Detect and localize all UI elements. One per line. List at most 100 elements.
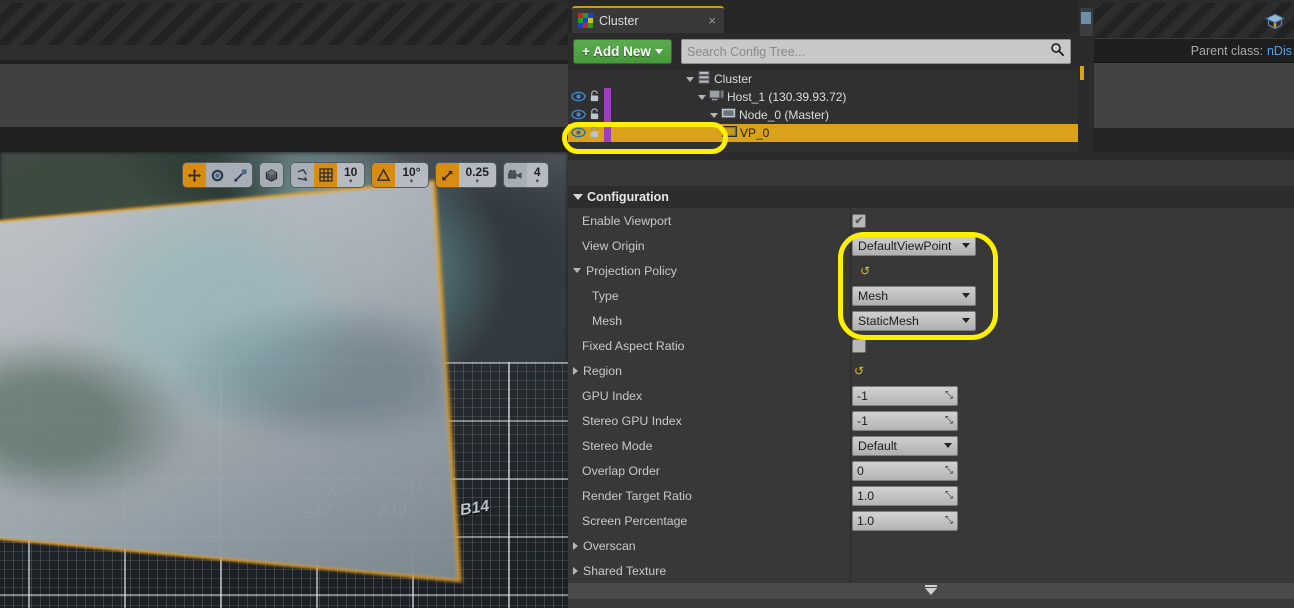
property-label-wrap: Overlap Order: [582, 464, 660, 478]
search-input[interactable]: [687, 44, 1050, 59]
dropdown-mesh[interactable]: StaticMesh: [852, 310, 976, 331]
chevron-down-icon[interactable]: [573, 268, 581, 273]
viewport-icon: [722, 125, 737, 140]
move-gizmo-icon[interactable]: [183, 163, 206, 187]
property-row: Enable Viewport ✔: [568, 208, 1294, 233]
tree-item-viewport-content: VP_0: [722, 125, 769, 140]
scale-gizmo-icon[interactable]: [229, 163, 252, 187]
tree-item-node-label: Node_0 (Master): [739, 108, 830, 122]
number-input-screen-percentage[interactable]: 1.0 ⤡: [852, 510, 958, 531]
level-viewport[interactable]: A13 A14 B12 B13 B14 C8 C9 C10 C11 C12 C1…: [0, 152, 568, 608]
dropdown-value: Default: [858, 438, 897, 453]
number-input-stereo-gpu-index[interactable]: -1 ⤡: [852, 410, 958, 431]
tree-item-viewport[interactable]: VP_0: [568, 124, 1078, 142]
number-input-gpu-index[interactable]: -1 ⤡: [852, 385, 958, 406]
property-value-wrap: 1.0 ⤡: [852, 510, 958, 531]
chevron-right-icon[interactable]: [573, 366, 578, 375]
scale-snap-icon[interactable]: [435, 163, 459, 187]
spinner-icon[interactable]: ⤡: [945, 515, 953, 526]
dropdown-view-origin[interactable]: DefaultViewPoint: [852, 235, 976, 256]
angle-snap-value[interactable]: 10° ▼: [395, 163, 428, 187]
scale-snapping-group[interactable]: 0.25 ▼: [434, 162, 497, 188]
property-label: Stereo Mode: [582, 438, 653, 453]
reset-to-default-icon[interactable]: ↺: [854, 364, 864, 378]
cluster-tab-strip: Cluster ×: [568, 0, 1078, 33]
category-header-configuration[interactable]: Configuration: [568, 186, 1294, 208]
property-label: Projection Policy: [586, 263, 677, 278]
coordinate-system-group[interactable]: [259, 162, 284, 188]
reset-to-default-icon[interactable]: ↺: [860, 264, 870, 278]
camera-speed-group[interactable]: 4 ▼: [502, 162, 549, 188]
mesh-surface-content: [0, 182, 459, 580]
chevron-right-icon[interactable]: [573, 541, 578, 550]
lock-icon[interactable]: [588, 125, 601, 143]
surface-snap-icon[interactable]: [291, 163, 314, 187]
number-input-overlap-order[interactable]: 0 ⤡: [852, 460, 958, 481]
tree-item-node[interactable]: Node_0 (Master): [568, 106, 1078, 124]
chevron-down-icon[interactable]: [573, 194, 583, 200]
number-input-render-target-ratio[interactable]: 1.0 ⤡: [852, 485, 958, 506]
property-label: Screen Percentage: [582, 513, 688, 528]
dropdown-stereo-mode[interactable]: Default: [852, 435, 958, 456]
node-visibility-toggles[interactable]: [571, 107, 601, 125]
grid-snap-value[interactable]: 10 ▼: [337, 163, 365, 187]
tab-cluster[interactable]: Cluster ×: [572, 6, 724, 33]
angle-snap-icon[interactable]: [372, 163, 396, 187]
viewport-toolbar[interactable]: 10 ▼ 10° ▼ 0.25 ▼ 4 ▼: [182, 162, 549, 188]
property-row: Overlap Order 0 ⤡: [568, 458, 1294, 483]
spinner-icon[interactable]: ⤡: [945, 490, 953, 501]
spinner-icon[interactable]: ⤡: [945, 465, 953, 476]
grid-snap-icon[interactable]: [314, 163, 337, 187]
angle-snap-value-text: 10°: [402, 164, 421, 179]
chevron-down-icon[interactable]: [698, 94, 706, 100]
search-config-tree[interactable]: [681, 39, 1071, 64]
tree-item-host-content: Host_1 (130.39.93.72): [698, 89, 846, 105]
search-icon[interactable]: [1050, 42, 1065, 62]
dropdown-type[interactable]: Mesh: [852, 285, 976, 306]
chevron-right-icon[interactable]: [573, 566, 578, 575]
property-value-wrap: [852, 338, 866, 353]
eye-icon[interactable]: [571, 89, 586, 107]
scale-snap-value[interactable]: 0.25 ▼: [458, 163, 496, 187]
property-value-wrap: Mesh: [852, 285, 976, 306]
scale-snap-value-text: 0.25: [465, 164, 489, 179]
property-label-wrap: Mesh: [592, 314, 622, 328]
tree-item-host[interactable]: Host_1 (130.39.93.72): [568, 88, 1078, 106]
tree-item-node-content: Node_0 (Master): [710, 107, 830, 123]
spinner-icon[interactable]: ⤡: [945, 415, 953, 426]
bottom-strip: [568, 599, 1294, 608]
host-visibility-toggles[interactable]: [571, 89, 601, 107]
property-row: GPU Index -1 ⤡: [568, 383, 1294, 408]
details-collapse-bar[interactable]: [568, 583, 1294, 599]
eye-icon[interactable]: [571, 125, 586, 143]
selected-screen-mesh[interactable]: [0, 180, 462, 583]
config-tree[interactable]: Cluster Host_1 (130.39.93.72) Node_0 (Ma…: [568, 70, 1078, 152]
camera-speed-icon[interactable]: [503, 163, 527, 187]
property-label: Mesh: [592, 313, 623, 328]
rotation-snapping-group[interactable]: 10° ▼: [371, 162, 429, 188]
menu-band: [0, 45, 568, 60]
chevron-down-icon[interactable]: [710, 112, 718, 118]
chevron-down-icon[interactable]: [686, 76, 694, 82]
camera-speed-value[interactable]: 4 ▼: [526, 163, 548, 187]
close-icon[interactable]: ×: [706, 13, 718, 28]
spinner-icon[interactable]: ⤡: [945, 390, 953, 401]
tree-item-cluster[interactable]: Cluster: [568, 70, 1078, 88]
property-label: Render Target Ratio: [582, 488, 692, 503]
eye-icon[interactable]: [571, 107, 586, 125]
parent-class-value[interactable]: nDis: [1267, 44, 1292, 58]
add-new-button[interactable]: + Add New: [573, 39, 672, 64]
cluster-toolbar: + Add New: [568, 37, 1078, 67]
world-space-icon[interactable]: [260, 163, 283, 187]
viewport-visibility-toggles[interactable]: [571, 125, 601, 143]
property-value-wrap: DefaultViewPoint: [852, 235, 976, 256]
gizmo-mode-group[interactable]: [182, 162, 253, 188]
lock-icon[interactable]: [588, 107, 601, 125]
checkbox-enable-viewport[interactable]: ✔: [852, 213, 866, 228]
lock-icon[interactable]: [588, 89, 601, 107]
snapping-group[interactable]: 10 ▼: [290, 162, 366, 188]
checkbox-fixed-aspect-ratio[interactable]: [852, 338, 866, 353]
dropdown-value: DefaultViewPoint: [858, 238, 952, 253]
property-label-wrap: Enable Viewport: [582, 214, 671, 228]
rotate-gizmo-icon[interactable]: [206, 163, 229, 187]
